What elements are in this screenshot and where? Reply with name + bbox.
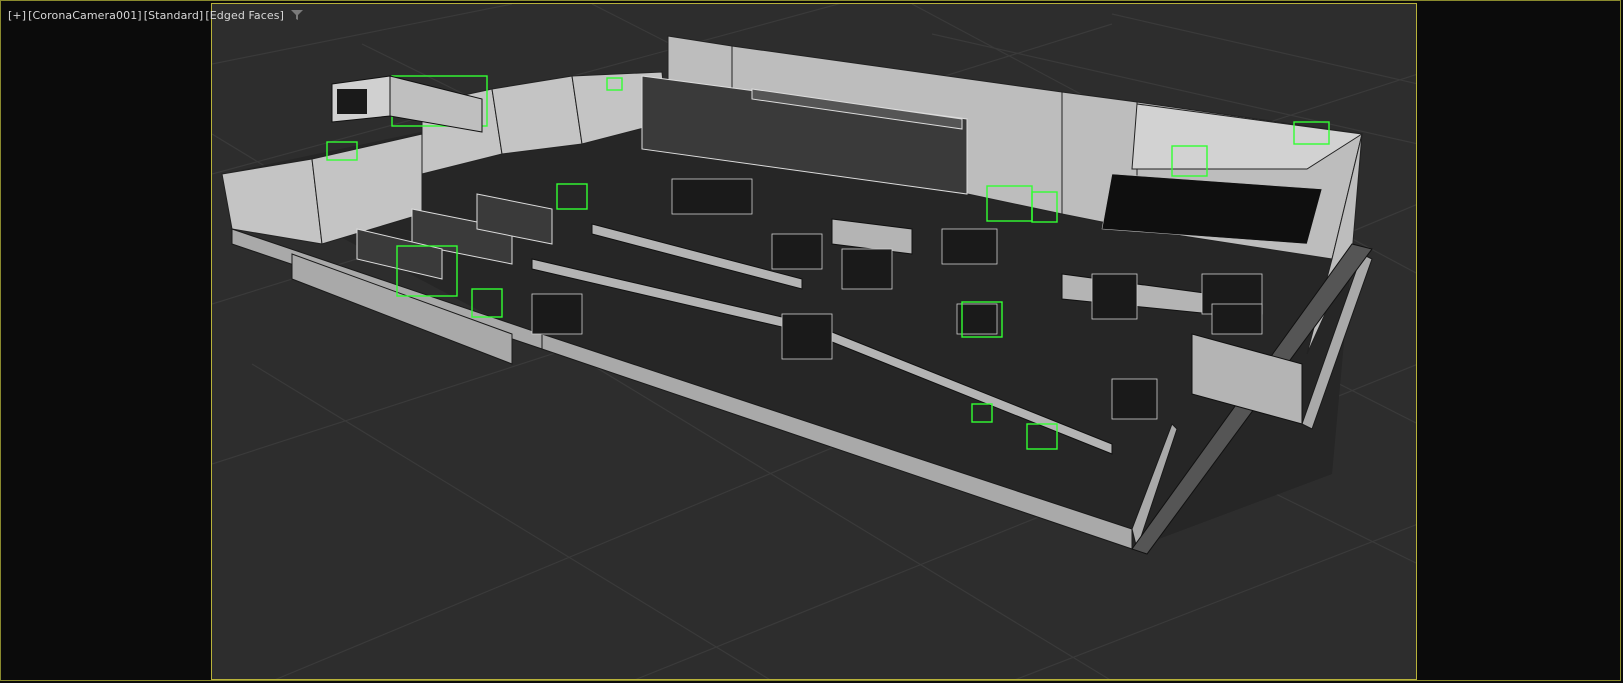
scene-view[interactable] (212, 4, 1417, 680)
truck (331, 75, 483, 133)
viewport-shading-label[interactable]: [Standard] (143, 9, 205, 22)
camera-safe-frame[interactable] (211, 3, 1417, 680)
viewport[interactable]: [+] [CoronaCamera001] [Standard] [Edged … (0, 0, 1621, 681)
filter-icon[interactable] (291, 9, 303, 21)
viewport-display-label[interactable]: [Edged Faces] (204, 9, 285, 22)
viewport-label: [+] [CoronaCamera001] [Standard] [Edged … (7, 7, 303, 23)
viewport-menu-button[interactable]: [+] (7, 9, 27, 22)
viewport-camera-label[interactable]: [CoronaCamera001] (27, 9, 143, 22)
